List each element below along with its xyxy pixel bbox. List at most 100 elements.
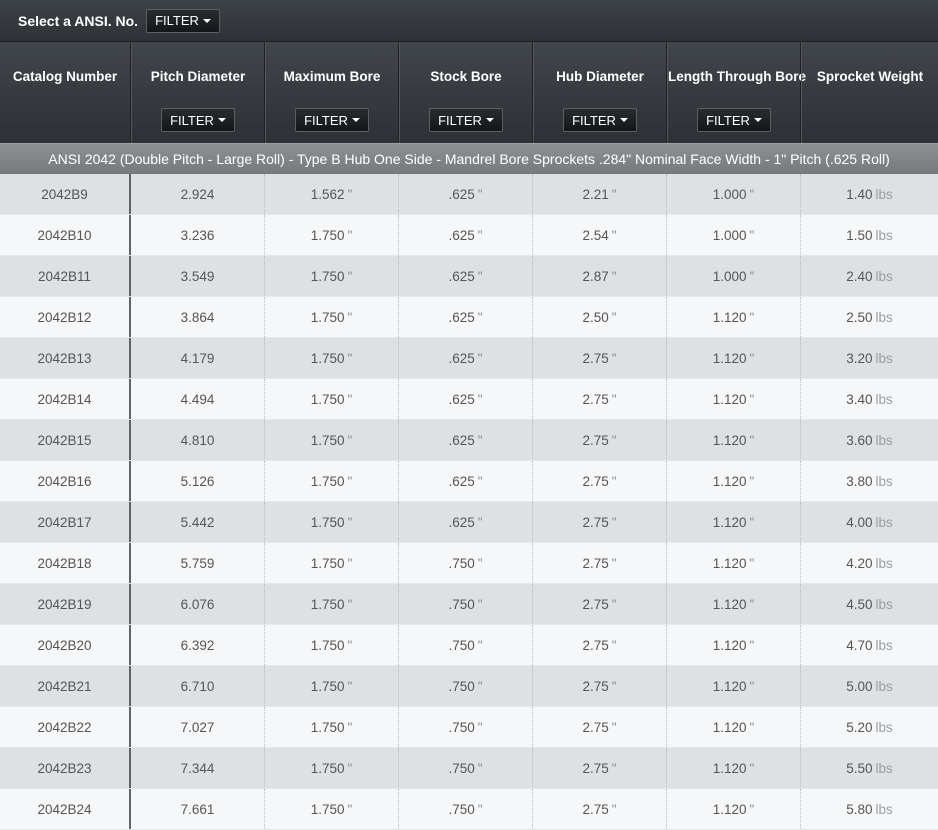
cell-value: 2042B11	[37, 268, 92, 284]
cell-value: 1.120	[712, 596, 747, 612]
table-row[interactable]: 2042B22 7.027 1.750 " .750 " 2.75 " 1.120 " 5.20 lb…	[0, 707, 938, 748]
cell-value: 1.120	[712, 514, 747, 530]
caret-down-icon	[202, 18, 211, 23]
maximum-bore-cell: 1.750 "	[265, 215, 399, 255]
catalog-number-cell: 2042B9	[0, 174, 131, 214]
table-row[interactable]: 2042B15 4.810 1.750 " .625 " 2.75 " 1.120 " 3.60 lb…	[0, 420, 938, 461]
table-row[interactable]: 2042B21 6.710 1.750 " .750 " 2.75 " 1.120 " 5.00 lb…	[0, 666, 938, 707]
sprocket-weight-cell: 4.50 lbs	[801, 584, 938, 624]
pitch-diameter-filter-button[interactable]: FILTER	[161, 108, 235, 132]
table-row[interactable]: 2042B10 3.236 1.750 " .625 " 2.54 " 1.000 " 1.50 lb…	[0, 215, 938, 256]
length-through-bore-cell: 1.000 "	[667, 256, 801, 296]
inch-unit: "	[749, 432, 755, 448]
cell-value: 1.120	[712, 309, 747, 325]
table-row[interactable]: 2042B9 2.924 1.562 " .625 " 2.21 " 1.000 " 1.40 lbs	[0, 174, 938, 215]
inch-unit: "	[611, 555, 617, 571]
maximum-bore-cell: 1.750 "	[265, 461, 399, 501]
cell-value: 3.236	[180, 227, 215, 243]
cell-value: 4.494	[180, 391, 215, 407]
hub-diameter-filter-button[interactable]: FILTER	[563, 108, 637, 132]
table-row[interactable]: 2042B11 3.549 1.750 " .625 " 2.87 " 1.000 " 2.40 lb…	[0, 256, 938, 297]
pitch-diameter-cell: 5.126	[131, 461, 265, 501]
header-label: Length Through Bore	[668, 69, 806, 84]
filter-label: FILTER	[438, 112, 482, 128]
cell-value: 2.75	[582, 678, 609, 694]
cell-value: 1.120	[712, 637, 747, 653]
hub-diameter-cell: 2.75 "	[533, 666, 667, 706]
cell-value: 7.027	[180, 719, 215, 735]
table-row[interactable]: 2042B16 5.126 1.750 " .625 " 2.75 " 1.120 " 3.80 lb…	[0, 461, 938, 502]
header-label: Stock Bore	[430, 69, 502, 84]
table-row[interactable]: 2042B24 7.661 1.750 " .750 " 2.75 " 1.120 " 5.80 lb…	[0, 789, 938, 830]
length-through-bore-cell: 1.120 "	[667, 789, 801, 829]
catalog-number-cell: 2042B24	[0, 789, 131, 829]
stock-bore-filter-button[interactable]: FILTER	[429, 108, 503, 132]
maximum-bore-cell: 1.750 "	[265, 707, 399, 747]
cell-value: 1.750	[310, 760, 345, 776]
length-through-bore-cell: 1.120 "	[667, 748, 801, 788]
inch-unit: "	[477, 350, 483, 366]
inch-unit: "	[477, 637, 483, 653]
hub-diameter-cell: 2.75 "	[533, 543, 667, 583]
cell-value: 2042B13	[37, 350, 92, 366]
stock-bore-cell: .625 "	[399, 379, 533, 419]
header-label: Hub Diameter	[556, 69, 644, 84]
inch-unit: "	[347, 227, 353, 243]
cell-value: 1.120	[712, 719, 747, 735]
length-through-bore-cell: 1.000 "	[667, 215, 801, 255]
cell-value: .625	[448, 432, 475, 448]
cell-value: 1.120	[712, 432, 747, 448]
cell-value: 1.750	[310, 309, 345, 325]
ansi-filter-button[interactable]: FILTER	[146, 8, 220, 33]
cell-value: 1.120	[712, 391, 747, 407]
cell-value: 4.179	[180, 350, 215, 366]
inch-unit: "	[611, 268, 617, 284]
table-row[interactable]: 2042B23 7.344 1.750 " .750 " 2.75 " 1.120 " 5.50 lb…	[0, 748, 938, 789]
cell-value: 2.75	[582, 391, 609, 407]
cell-value: 2.50	[582, 309, 609, 325]
cell-value: 1.120	[712, 801, 747, 817]
caret-down-icon	[753, 118, 762, 122]
cell-value: 7.344	[180, 760, 215, 776]
cell-value: 4.00	[846, 514, 873, 530]
table-row[interactable]: 2042B13 4.179 1.750 " .625 " 2.75 " 1.120 " 3.20 lb…	[0, 338, 938, 379]
cell-value: 6.076	[180, 596, 215, 612]
cell-value: 1.120	[712, 473, 747, 489]
table-row[interactable]: 2042B17 5.442 1.750 " .625 " 2.75 " 1.120 " 4.00 lb…	[0, 502, 938, 543]
pitch-diameter-cell: 5.759	[131, 543, 265, 583]
cell-value: 3.20	[846, 350, 873, 366]
inch-unit: "	[749, 637, 755, 653]
hub-diameter-cell: 2.75 "	[533, 748, 667, 788]
filter-label: FILTER	[170, 112, 214, 128]
pitch-diameter-cell: 7.661	[131, 789, 265, 829]
table-row[interactable]: 2042B20 6.392 1.750 " .750 " 2.75 " 1.120 " 4.70 lb…	[0, 625, 938, 666]
cell-value: 1.000	[712, 268, 747, 284]
inch-unit: "	[477, 760, 483, 776]
length-through-bore-filter-button[interactable]: FILTER	[697, 108, 771, 132]
inch-unit: "	[347, 719, 353, 735]
inch-unit: "	[347, 309, 353, 325]
cell-value: 2042B18	[37, 555, 92, 571]
pitch-diameter-cell: 6.076	[131, 584, 265, 624]
table-row[interactable]: 2042B18 5.759 1.750 " .750 " 2.75 " 1.120 " 4.20 lb…	[0, 543, 938, 584]
table-row[interactable]: 2042B12 3.864 1.750 " .625 " 2.50 " 1.120 " 2.50 lb…	[0, 297, 938, 338]
inch-unit: "	[347, 678, 353, 694]
stock-bore-cell: .750 "	[399, 625, 533, 665]
cell-value: 3.864	[180, 309, 215, 325]
maximum-bore-filter-button[interactable]: FILTER	[295, 108, 369, 132]
ansi-select-label: Select a ANSI. No.	[18, 12, 139, 29]
catalog-number-cell: 2042B21	[0, 666, 131, 706]
lbs-unit: lbs	[875, 678, 893, 694]
table-row[interactable]: 2042B19 6.076 1.750 " .750 " 2.75 " 1.120 " 4.50 lb…	[0, 584, 938, 625]
pitch-diameter-cell: 4.494	[131, 379, 265, 419]
table-row[interactable]: 2042B14 4.494 1.750 " .625 " 2.75 " 1.120 " 3.40 lb…	[0, 379, 938, 420]
inch-unit: "	[611, 514, 617, 530]
sprocket-weight-cell: 4.00 lbs	[801, 502, 938, 542]
group-title: ANSI 2042 (Double Pitch - Large Roll) - …	[0, 143, 938, 174]
inch-unit: "	[611, 227, 617, 243]
filter-label: FILTER	[304, 112, 348, 128]
cell-value: 4.70	[846, 637, 873, 653]
inch-unit: "	[347, 268, 353, 284]
hub-diameter-cell: 2.75 "	[533, 420, 667, 460]
cell-value: 2042B17	[37, 514, 92, 530]
